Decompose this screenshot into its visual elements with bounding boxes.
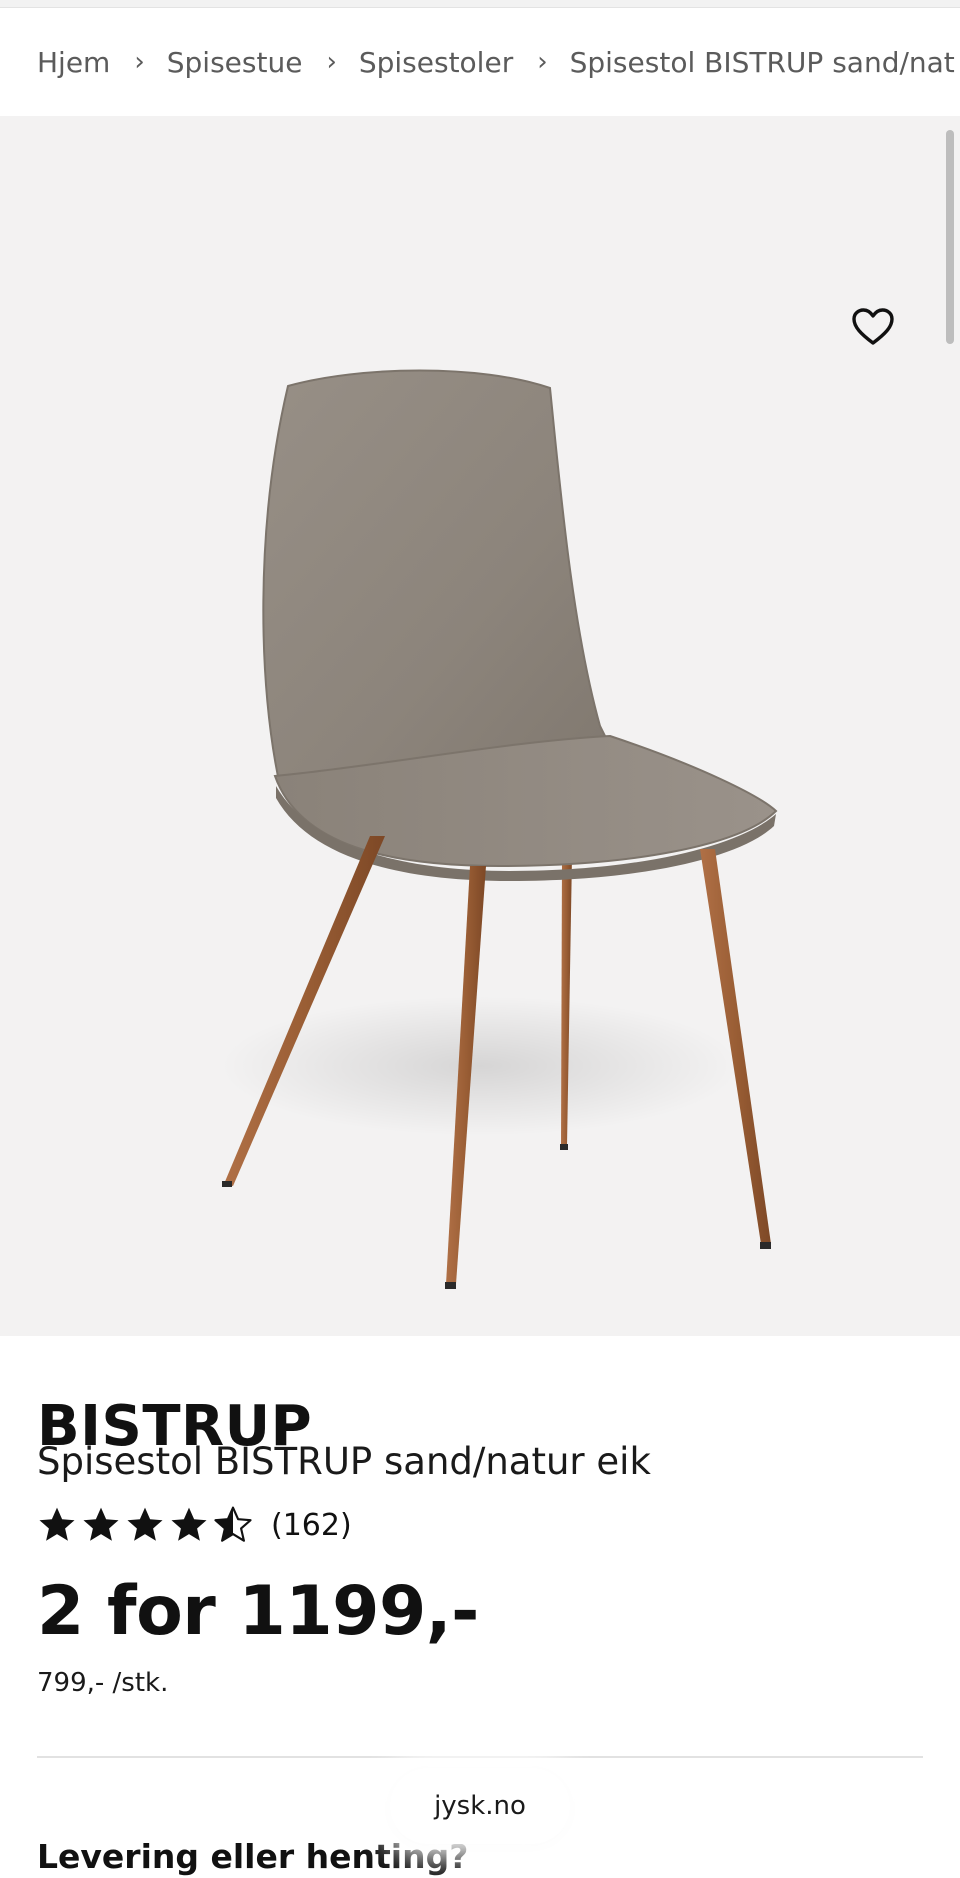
chevron-right-icon: › [134, 47, 145, 77]
favorite-button[interactable] [848, 302, 898, 352]
star-full-icon [81, 1506, 121, 1544]
section-divider [37, 1756, 923, 1758]
browser-url-pill[interactable]: jysk.no [390, 1768, 570, 1844]
product-price: 2 for 1199,- [37, 1572, 479, 1651]
product-rating[interactable]: (162) [37, 1502, 352, 1548]
breadcrumb: Hjem › Spisestue › Spisestoler › Spisest… [0, 8, 960, 116]
breadcrumb-dining-chairs[interactable]: Spisestoler [359, 46, 513, 79]
scrollbar[interactable] [946, 130, 954, 344]
rating-stars [37, 1506, 253, 1544]
star-full-icon [37, 1506, 77, 1544]
chevron-right-icon: › [537, 47, 548, 77]
breadcrumb-home[interactable]: Hjem [37, 46, 110, 79]
product-image[interactable] [180, 366, 800, 1306]
star-full-icon [169, 1506, 209, 1544]
breadcrumb-current: Spisestol BISTRUP sand/nat [569, 45, 955, 79]
review-count[interactable]: (162) [271, 1508, 352, 1543]
star-full-icon [125, 1506, 165, 1544]
product-title: Spisestol BISTRUP sand/natur eik [37, 1440, 651, 1483]
delivery-heading: Levering eller henting? [37, 1837, 469, 1877]
breadcrumb-dining-room[interactable]: Spisestue [167, 46, 303, 79]
heart-outline-icon [852, 308, 894, 345]
top-edge [0, 0, 960, 8]
star-half-icon [213, 1506, 253, 1544]
unit-price: 799,- /stk. [37, 1668, 169, 1698]
chevron-right-icon: › [326, 47, 337, 77]
product-image-gallery[interactable] [0, 116, 960, 1336]
